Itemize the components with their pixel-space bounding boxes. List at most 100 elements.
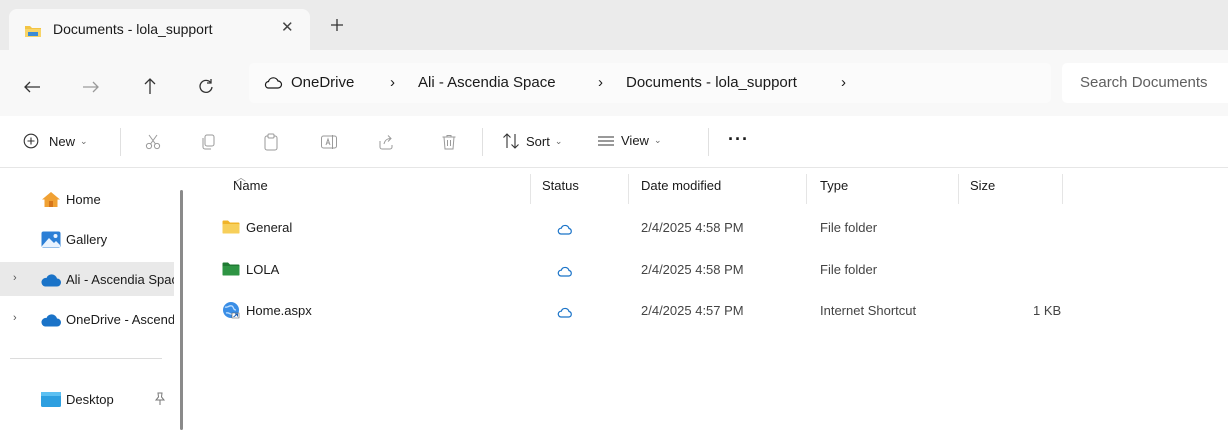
view-button[interactable]: View ⌄ [597,133,662,148]
sidebar-item-ali-ascendia-space[interactable]: › Ali - Ascendia Space [0,262,174,296]
breadcrumb-separator[interactable]: › [390,74,395,91]
breadcrumb-separator[interactable]: › [841,74,846,91]
breadcrumb-separator[interactable]: › [598,74,603,91]
column-divider[interactable] [1062,174,1063,204]
paste-button[interactable] [262,133,280,151]
cloud-icon [263,76,283,95]
sidebar-scrollbar[interactable] [180,190,183,430]
chevron-down-icon: ⌄ [653,135,662,145]
refresh-button[interactable] [196,76,216,96]
plus-circle-icon [23,133,39,149]
column-header-type[interactable]: Type [820,178,848,193]
sidebar-item-label: OneDrive - Ascendia [66,312,174,327]
scissors-icon [145,134,161,150]
chevron-right-icon[interactable]: › [13,272,17,284]
new-button[interactable]: New ⌄ [23,133,88,149]
gallery-icon [41,231,61,253]
sidebar-divider [10,358,162,359]
breadcrumb-documents[interactable]: Documents - lola_support [626,74,797,91]
file-row-home-aspx[interactable]: Home.aspx 2/4/2025 4:57 PM Internet Shor… [210,292,1210,332]
more-options-button[interactable]: ··· [728,129,749,150]
column-header-name[interactable]: Name [233,178,268,193]
desktop-icon [41,392,61,412]
sidebar-item-label: Home [66,192,101,207]
cloud-status-icon [557,305,573,323]
share-icon [379,135,393,150]
file-row-general[interactable]: General 2/4/2025 4:58 PM File folder [210,209,1210,249]
sidebar-item-desktop[interactable]: Desktop [0,382,174,416]
view-lines-icon [598,135,614,146]
pin-icon[interactable] [154,392,166,411]
file-date: 2/4/2025 4:58 PM [641,262,744,277]
navigation-pane: Home Gallery › Ali - Ascendia Space › On… [0,168,190,430]
new-tab-button[interactable] [328,16,346,34]
chevron-down-icon: ⌄ [80,135,88,146]
tab-documents[interactable]: Documents - lola_support ✕ [9,9,310,50]
back-button[interactable] [22,77,42,97]
chevron-right-icon[interactable]: › [13,312,17,324]
file-list: ︿ Name Status Date modified Type Size Ge… [190,168,1228,430]
new-label: New [49,133,76,149]
cloud-icon [40,314,62,332]
rename-button[interactable] [320,133,338,151]
search-input[interactable]: Search Documents [1080,74,1208,91]
file-date: 2/4/2025 4:57 PM [641,303,744,318]
column-header-size[interactable]: Size [970,178,995,193]
file-name: LOLA [246,262,280,277]
cut-button[interactable] [144,133,162,151]
sidebar-item-label: Desktop [66,392,114,407]
close-tab-button[interactable]: ✕ [281,18,294,36]
sidebar-item-home[interactable]: Home [0,182,174,216]
column-header-date-modified[interactable]: Date modified [641,178,721,193]
file-row-lola[interactable]: LOLA 2/4/2025 4:58 PM File folder [210,251,1210,291]
sort-label: Sort [526,133,550,149]
cloud-icon [40,274,62,292]
column-header-status[interactable]: Status [542,178,579,193]
file-size: 1 KB [1033,303,1062,318]
trash-icon [442,135,456,150]
column-divider[interactable] [628,174,629,204]
file-name: Home.aspx [246,303,312,318]
search-box[interactable]: Search Documents [1062,63,1228,103]
file-type: File folder [820,220,878,235]
folder-icon [222,220,240,239]
green-folder-icon [222,262,240,281]
copy-button[interactable] [199,133,217,151]
address-bar[interactable]: OneDrive › Ali - Ascendia Space › Docume… [249,63,1051,103]
share-button[interactable] [377,133,395,151]
folder-tab-icon [24,24,42,43]
breadcrumb-onedrive[interactable]: OneDrive [291,74,354,91]
plus-icon [331,19,343,31]
command-bar: New ⌄ Sort ⌄ View ⌄ ··· [0,116,1228,168]
sidebar-item-label: Gallery [66,232,108,247]
sort-button[interactable]: Sort ⌄ [502,133,562,149]
divider [482,128,483,156]
column-divider[interactable] [958,174,959,204]
cloud-status-icon [557,264,573,282]
back-arrow-icon [24,81,40,93]
cloud-status-icon [557,222,573,240]
copy-icon [202,134,215,150]
forward-arrow-icon [83,81,99,93]
column-divider[interactable] [806,174,807,204]
rename-icon [321,135,337,149]
delete-button[interactable] [440,133,458,151]
tab-strip: Documents - lola_support ✕ [0,0,1228,50]
sidebar-item-onedrive-ascendia[interactable]: › OneDrive - Ascendia [0,302,174,336]
sidebar-item-gallery[interactable]: Gallery [0,222,174,256]
file-type: File folder [820,262,878,277]
file-date: 2/4/2025 4:58 PM [641,220,744,235]
refresh-icon [199,79,213,93]
home-icon [41,191,61,213]
forward-button[interactable] [81,77,101,97]
divider [120,128,121,156]
column-divider[interactable] [530,174,531,204]
divider [708,128,709,156]
breadcrumb-ali-ascendia-space[interactable]: Ali - Ascendia Space [418,74,556,91]
more-icon: ··· [728,129,749,149]
up-button[interactable] [140,76,160,96]
tab-title: Documents - lola_support [53,21,213,37]
clipboard-icon [264,133,278,151]
address-row: OneDrive › Ali - Ascendia Space › Docume… [0,50,1228,116]
up-arrow-icon [144,78,156,94]
